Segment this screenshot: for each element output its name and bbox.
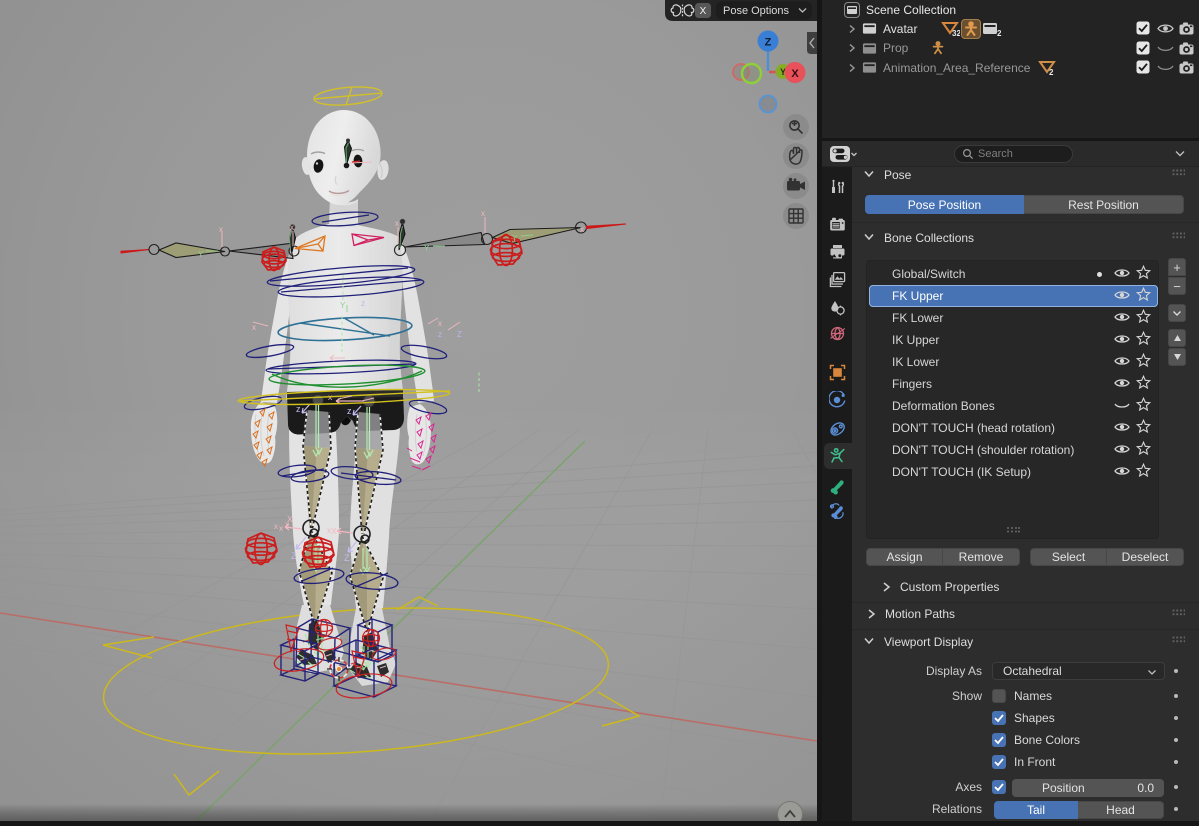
svg-text:x: x — [481, 209, 485, 218]
svg-text:Y: Y — [198, 250, 204, 259]
svg-text:x: x — [290, 223, 294, 232]
svg-text:Z: Z — [344, 553, 350, 563]
svg-text:z: z — [296, 404, 301, 414]
svg-text:Y: Y — [512, 234, 518, 243]
svg-text:Z: Z — [291, 551, 297, 561]
svg-text:32: 32 — [952, 29, 960, 37]
svg-text:x: x — [252, 323, 256, 332]
svg-text:Y: Y — [424, 244, 430, 253]
svg-text:Y: Y — [340, 301, 346, 310]
svg-text:X: X — [331, 526, 337, 536]
svg-text:x: x — [438, 319, 442, 328]
svg-text:x: x — [274, 522, 278, 531]
svg-text:z: z — [347, 406, 352, 416]
svg-text:2: 2 — [997, 29, 1002, 37]
svg-text:z: z — [361, 299, 365, 308]
svg-text:2: 2 — [1049, 68, 1054, 76]
svg-text:X: X — [791, 68, 799, 80]
svg-text:z: z — [438, 330, 442, 339]
svg-text:Z: Z — [765, 37, 772, 49]
svg-text:X: X — [700, 6, 707, 17]
svg-text:x: x — [285, 520, 289, 529]
svg-text:x: x — [395, 219, 399, 228]
svg-text:Pose Options: Pose Options — [723, 5, 790, 17]
svg-text:Z: Z — [457, 330, 462, 339]
svg-text:x: x — [580, 225, 584, 234]
svg-text:x: x — [327, 526, 331, 535]
